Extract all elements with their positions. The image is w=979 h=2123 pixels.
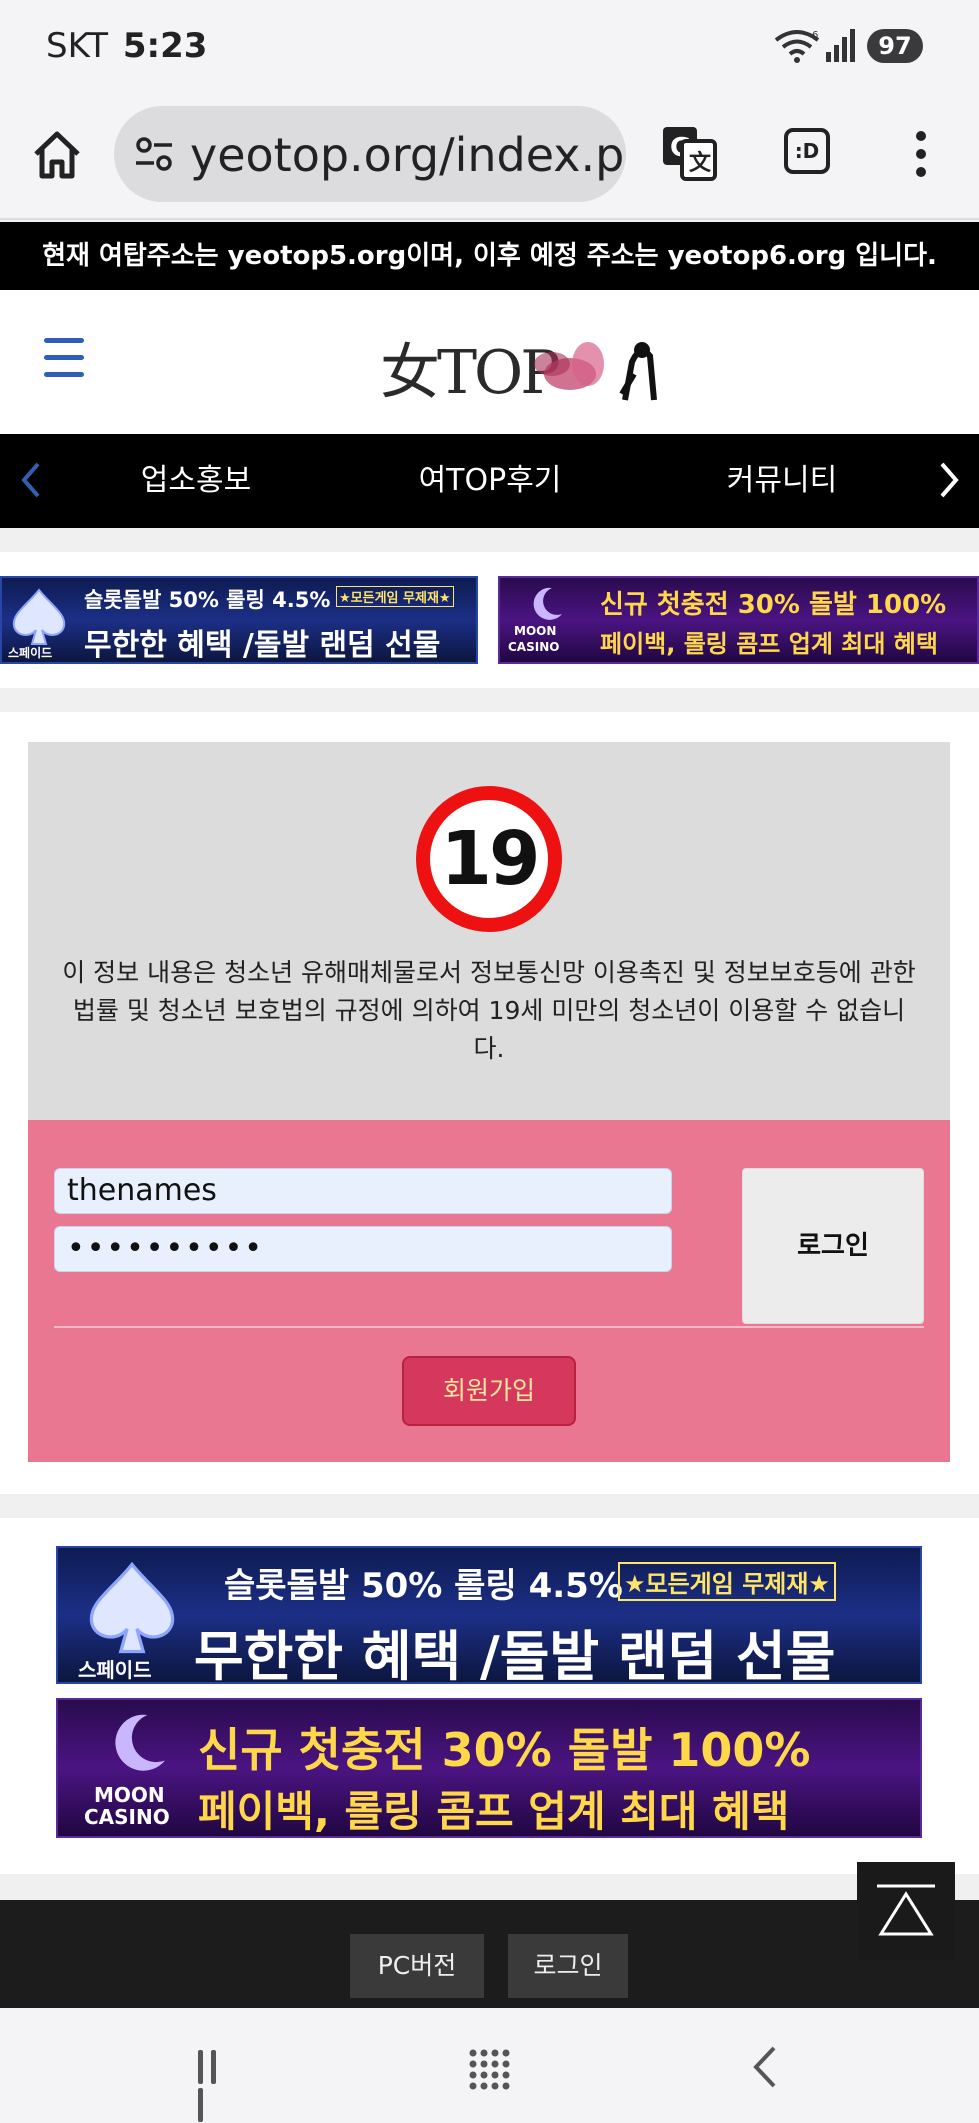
nav-item-reviews[interactable]: 여TOP후기 (390, 434, 590, 528)
moon-subline: 페이백, 롤링 콤프 업계 최대 혜택 (198, 1787, 790, 1836)
logo-flower-icon (534, 342, 657, 401)
hamburger-menu-icon[interactable] (44, 338, 84, 380)
nav-prev-arrow-icon[interactable] (18, 460, 42, 500)
back-icon[interactable] (752, 2044, 778, 2090)
wifi-badge: 6 (812, 30, 818, 41)
spade-ad-banner-small[interactable]: 스페이드 슬롯돌발 50% 롤링 4.5% ★모든게임 무제재★ 무한한 혜택 … (0, 576, 478, 664)
spade-tag: ★모든게임 무제재★ (618, 1562, 836, 1601)
home-icon[interactable] (30, 128, 84, 182)
more-vert-icon[interactable] (906, 126, 936, 182)
domain-notice: 현재 여탑주소는 yeotop5.org이며, 이후 예정 주소는 yeotop… (0, 222, 979, 290)
spade-subline: 무한한 혜택 /돌발 랜덤 선물 (194, 1625, 836, 1684)
age-gate-section: 19 이 정보 내용은 청소년 유해매체물로서 정보통신망 이용촉진 및 정보보… (0, 712, 979, 1494)
age-19-badge: 19 (416, 786, 562, 932)
recents-icon[interactable] (198, 2050, 234, 2122)
main-nav: 업소홍보 여TOP후기 커뮤니티 (0, 434, 979, 528)
moon-headline: 신규 첫충전 30% 돌발 100% (198, 1723, 811, 1777)
password-input[interactable]: •••••••••• (54, 1226, 672, 1272)
moon-headline: 신규 첫충전 30% 돌발 100% (600, 590, 947, 620)
login-form: thenames •••••••••• 로그인 회원가입 (28, 1120, 950, 1462)
age-warning-panel: 19 이 정보 내용은 청소년 유해매체물로서 정보통신망 이용촉진 및 정보보… (28, 742, 950, 1120)
login-button[interactable]: 로그인 (742, 1168, 924, 1324)
status-bar: SKT 5:23 6 97 (0, 0, 979, 92)
moon-logo-icon (115, 1714, 165, 1771)
nav-next-arrow-icon[interactable] (938, 460, 962, 500)
moon-brand-top: MOON (94, 1783, 165, 1807)
signup-button[interactable]: 회원가입 (402, 1356, 576, 1426)
address-bar[interactable]: yeotop.org/index.pl (114, 106, 626, 202)
spade-logo-icon (12, 588, 66, 645)
spade-brand: 스페이드 (8, 646, 53, 660)
footer-login-button[interactable]: 로그인 (508, 1934, 628, 1998)
moon-casino-ad-banner-large[interactable]: MOON CASINO 신규 첫충전 30% 돌발 100% 페이백, 롤링 콤… (56, 1698, 922, 1838)
nav-item-community[interactable]: 커뮤니티 (682, 434, 882, 528)
form-divider (54, 1326, 924, 1328)
translate-icon[interactable]: G 文 (660, 124, 718, 182)
nav-item-promo[interactable]: 업소홍보 (96, 434, 296, 528)
signal-icon (826, 29, 855, 62)
spade-headline: 슬롯돌발 50% 롤링 4.5% (84, 588, 331, 612)
scroll-to-top-button[interactable] (857, 1862, 955, 1960)
ad-banner-stack: 스페이드 슬롯돌발 50% 롤링 4.5% ★모든게임 무제재★ 무한한 혜택 … (0, 1518, 979, 1874)
spade-subline: 무한한 혜택 /돌발 랜덤 선물 (84, 628, 441, 663)
spade-brand: 스페이드 (78, 1658, 152, 1682)
status-carrier-time: SKT 5:23 (46, 26, 207, 66)
clock: 5:23 (122, 26, 208, 66)
system-nav-bar (0, 2008, 979, 2123)
battery-indicator: 97 (867, 29, 923, 63)
site-header: 女TOP (0, 290, 979, 434)
moon-subline: 페이백, 롤링 콤프 업계 최대 혜택 (600, 630, 938, 658)
scroll-up-icon (877, 1884, 935, 1936)
spade-logo-icon (89, 1561, 175, 1654)
browser-toolbar: yeotop.org/index.pl G 文 :D (0, 92, 979, 220)
ad-banner-row: 스페이드 슬롯돌발 50% 롤링 4.5% ★모든게임 무제재★ 무한한 혜택 … (0, 552, 979, 688)
spade-tag: ★모든게임 무제재★ (336, 586, 454, 607)
moon-brand-top: MOON (514, 624, 557, 638)
home-grid-icon[interactable] (468, 2048, 510, 2090)
spade-headline: 슬롯돌발 50% 롤링 4.5% (224, 1566, 623, 1606)
site-footer: PC버전 로그인 (0, 1900, 979, 2008)
wifi-icon: 6 (774, 30, 820, 63)
tabs-button[interactable]: :D (784, 128, 830, 174)
site-settings-icon[interactable] (134, 136, 174, 172)
svg-text:文: 文 (689, 150, 712, 176)
spade-ad-banner-large[interactable]: 스페이드 슬롯돌발 50% 롤링 4.5% ★모든게임 무제재★ 무한한 혜택 … (56, 1546, 922, 1684)
moon-logo-icon (533, 587, 562, 620)
age-warning-text: 이 정보 내용은 청소년 유해매체물로서 정보통신망 이용촉진 및 정보보호등에… (62, 958, 916, 1063)
username-input[interactable]: thenames (54, 1168, 672, 1214)
carrier-label: SKT (46, 26, 109, 66)
pc-version-button[interactable]: PC버전 (350, 1934, 484, 1998)
moon-casino-ad-banner-small[interactable]: MOON CASINO 신규 첫충전 30% 돌발 100% 페이백, 롤링 콤… (498, 576, 979, 664)
site-logo[interactable]: 女TOP (360, 314, 680, 418)
moon-brand-bottom: CASINO (84, 1805, 170, 1829)
url-text: yeotop.org/index.pl (190, 128, 626, 182)
moon-brand-bottom: CASINO (508, 640, 560, 654)
